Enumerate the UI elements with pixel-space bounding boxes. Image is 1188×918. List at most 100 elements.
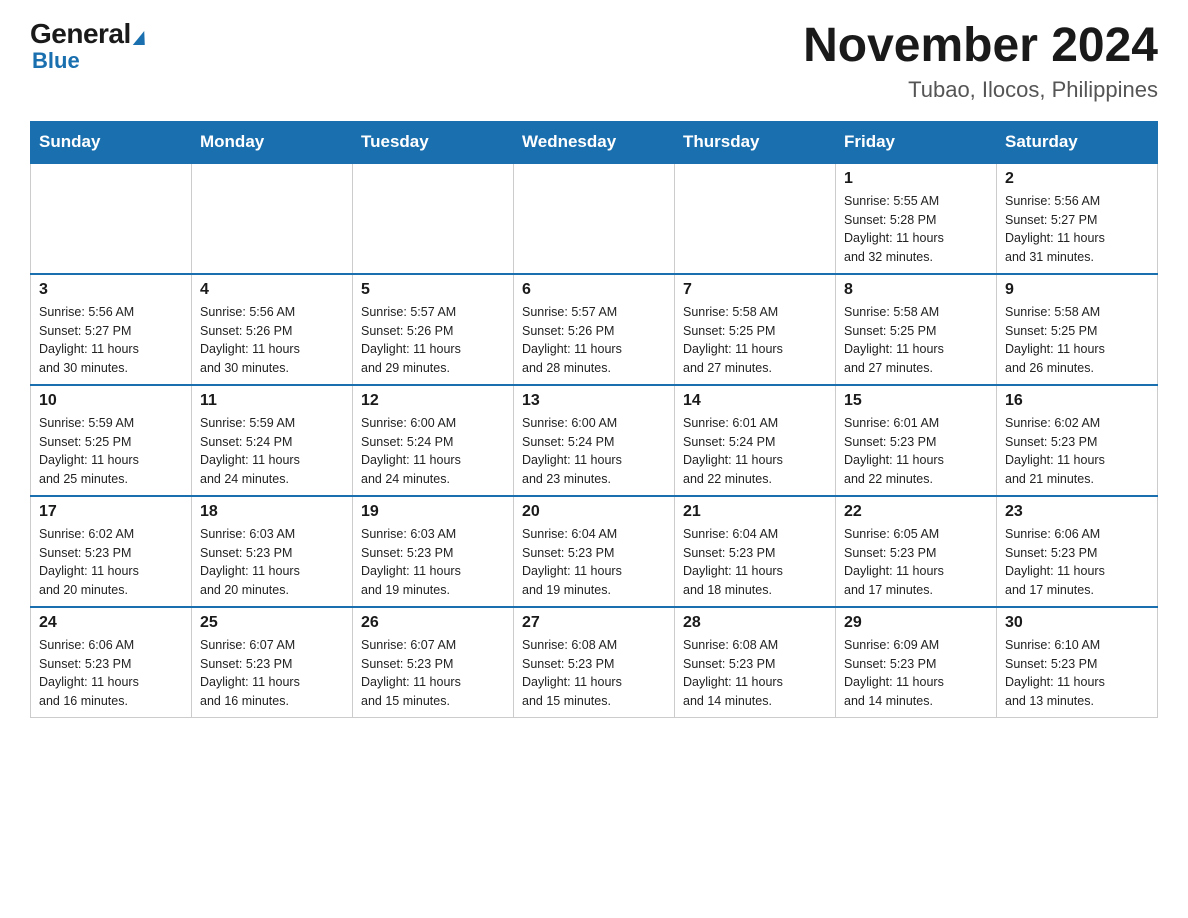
day-info: Sunrise: 6:04 AM Sunset: 5:23 PM Dayligh…	[522, 525, 666, 600]
day-number: 30	[1005, 614, 1149, 632]
day-cell: 18 Sunrise: 6:03 AM Sunset: 5:23 PM Dayli…	[192, 496, 353, 607]
day-info: Sunrise: 5:59 AM Sunset: 5:24 PM Dayligh…	[200, 414, 344, 489]
day-cell: 26 Sunrise: 6:07 AM Sunset: 5:23 PM Dayli…	[353, 607, 514, 718]
day-info: Sunrise: 6:08 AM Sunset: 5:23 PM Dayligh…	[522, 636, 666, 711]
day-info: Sunrise: 6:03 AM Sunset: 5:23 PM Dayligh…	[361, 525, 505, 600]
page-header: General Blue November 2024 Tubao, Ilocos…	[30, 20, 1158, 103]
day-cell: 23 Sunrise: 6:06 AM Sunset: 5:23 PM Dayli…	[997, 496, 1158, 607]
day-info: Sunrise: 5:56 AM Sunset: 5:26 PM Dayligh…	[200, 303, 344, 378]
day-cell: 15 Sunrise: 6:01 AM Sunset: 5:23 PM Dayli…	[836, 385, 997, 496]
day-info: Sunrise: 6:09 AM Sunset: 5:23 PM Dayligh…	[844, 636, 988, 711]
day-number: 28	[683, 614, 827, 632]
col-header-friday: Friday	[836, 121, 997, 163]
day-number: 22	[844, 503, 988, 521]
day-cell: 5Sunrise: 5:57 AM Sunset: 5:26 PM Daylig…	[353, 274, 514, 385]
day-number: 23	[1005, 503, 1149, 521]
day-cell: 7 Sunrise: 5:58 AM Sunset: 5:25 PM Daylig…	[675, 274, 836, 385]
day-info: Sunrise: 6:07 AM Sunset: 5:23 PM Dayligh…	[200, 636, 344, 711]
day-info: Sunrise: 6:07 AM Sunset: 5:23 PM Dayligh…	[361, 636, 505, 711]
day-cell: 13 Sunrise: 6:00 AM Sunset: 5:24 PM Dayli…	[514, 385, 675, 496]
week-row-4: 17 Sunrise: 6:02 AM Sunset: 5:23 PM Dayli…	[31, 496, 1158, 607]
day-number: 16	[1005, 392, 1149, 410]
week-row-1: 1 Sunrise: 5:55 AM Sunset: 5:28 PM Daylig…	[31, 163, 1158, 274]
week-row-5: 24Sunrise: 6:06 AM Sunset: 5:23 PM Dayli…	[31, 607, 1158, 718]
day-info: Sunrise: 6:03 AM Sunset: 5:23 PM Dayligh…	[200, 525, 344, 600]
day-info: Sunrise: 6:05 AM Sunset: 5:23 PM Dayligh…	[844, 525, 988, 600]
day-number: 8	[844, 281, 988, 299]
col-header-tuesday: Tuesday	[353, 121, 514, 163]
day-cell: 11 Sunrise: 5:59 AM Sunset: 5:24 PM Dayli…	[192, 385, 353, 496]
day-cell: 27 Sunrise: 6:08 AM Sunset: 5:23 PM Dayli…	[514, 607, 675, 718]
day-number: 4	[200, 281, 344, 299]
day-info: Sunrise: 6:00 AM Sunset: 5:24 PM Dayligh…	[361, 414, 505, 489]
day-cell: 1 Sunrise: 5:55 AM Sunset: 5:28 PM Daylig…	[836, 163, 997, 274]
day-number: 6	[522, 281, 666, 299]
day-cell: 3Sunrise: 5:56 AM Sunset: 5:27 PM Daylig…	[31, 274, 192, 385]
day-info: Sunrise: 6:08 AM Sunset: 5:23 PM Dayligh…	[683, 636, 827, 711]
week-row-3: 10Sunrise: 5:59 AM Sunset: 5:25 PM Dayli…	[31, 385, 1158, 496]
day-cell: 16 Sunrise: 6:02 AM Sunset: 5:23 PM Dayli…	[997, 385, 1158, 496]
day-number: 19	[361, 503, 505, 521]
day-info: Sunrise: 5:57 AM Sunset: 5:26 PM Dayligh…	[522, 303, 666, 378]
day-cell: 17 Sunrise: 6:02 AM Sunset: 5:23 PM Dayli…	[31, 496, 192, 607]
day-number: 15	[844, 392, 988, 410]
day-number: 3	[39, 281, 183, 299]
day-number: 11	[200, 392, 344, 410]
day-number: 7	[683, 281, 827, 299]
day-info: Sunrise: 6:02 AM Sunset: 5:23 PM Dayligh…	[39, 525, 183, 600]
day-cell	[353, 163, 514, 274]
day-number: 14	[683, 392, 827, 410]
logo-wordmark: General	[30, 20, 146, 48]
day-info: Sunrise: 6:02 AM Sunset: 5:23 PM Dayligh…	[1005, 414, 1149, 489]
day-info: Sunrise: 6:10 AM Sunset: 5:23 PM Dayligh…	[1005, 636, 1149, 711]
day-info: Sunrise: 5:58 AM Sunset: 5:25 PM Dayligh…	[683, 303, 827, 378]
location-subtitle: Tubao, Ilocos, Philippines	[803, 77, 1158, 103]
day-cell: 21 Sunrise: 6:04 AM Sunset: 5:23 PM Dayli…	[675, 496, 836, 607]
day-cell: 24Sunrise: 6:06 AM Sunset: 5:23 PM Dayli…	[31, 607, 192, 718]
day-cell	[675, 163, 836, 274]
day-number: 17	[39, 503, 183, 521]
day-info: Sunrise: 6:01 AM Sunset: 5:24 PM Dayligh…	[683, 414, 827, 489]
title-block: November 2024 Tubao, Ilocos, Philippines	[803, 20, 1158, 103]
day-number: 5	[361, 281, 505, 299]
day-cell: 14 Sunrise: 6:01 AM Sunset: 5:24 PM Dayli…	[675, 385, 836, 496]
logo: General Blue	[30, 20, 146, 74]
week-row-2: 3Sunrise: 5:56 AM Sunset: 5:27 PM Daylig…	[31, 274, 1158, 385]
day-info: Sunrise: 5:58 AM Sunset: 5:25 PM Dayligh…	[844, 303, 988, 378]
day-cell	[514, 163, 675, 274]
day-cell: 19 Sunrise: 6:03 AM Sunset: 5:23 PM Dayli…	[353, 496, 514, 607]
day-cell: 4 Sunrise: 5:56 AM Sunset: 5:26 PM Daylig…	[192, 274, 353, 385]
day-cell: 8 Sunrise: 5:58 AM Sunset: 5:25 PM Daylig…	[836, 274, 997, 385]
day-info: Sunrise: 6:06 AM Sunset: 5:23 PM Dayligh…	[1005, 525, 1149, 600]
day-cell	[192, 163, 353, 274]
day-number: 29	[844, 614, 988, 632]
day-info: Sunrise: 5:55 AM Sunset: 5:28 PM Dayligh…	[844, 192, 988, 267]
day-number: 1	[844, 170, 988, 188]
day-cell: 10Sunrise: 5:59 AM Sunset: 5:25 PM Dayli…	[31, 385, 192, 496]
col-header-wednesday: Wednesday	[514, 121, 675, 163]
day-cell: 20 Sunrise: 6:04 AM Sunset: 5:23 PM Dayli…	[514, 496, 675, 607]
col-header-monday: Monday	[192, 121, 353, 163]
day-info: Sunrise: 6:01 AM Sunset: 5:23 PM Dayligh…	[844, 414, 988, 489]
day-number: 26	[361, 614, 505, 632]
day-number: 2	[1005, 170, 1149, 188]
col-header-sunday: Sunday	[31, 121, 192, 163]
day-number: 20	[522, 503, 666, 521]
day-cell: 22 Sunrise: 6:05 AM Sunset: 5:23 PM Dayli…	[836, 496, 997, 607]
day-number: 21	[683, 503, 827, 521]
day-cell: 30 Sunrise: 6:10 AM Sunset: 5:23 PM Dayli…	[997, 607, 1158, 718]
day-number: 24	[39, 614, 183, 632]
day-number: 12	[361, 392, 505, 410]
col-header-saturday: Saturday	[997, 121, 1158, 163]
day-cell	[31, 163, 192, 274]
day-info: Sunrise: 6:04 AM Sunset: 5:23 PM Dayligh…	[683, 525, 827, 600]
day-number: 27	[522, 614, 666, 632]
calendar-header-row: SundayMondayTuesdayWednesdayThursdayFrid…	[31, 121, 1158, 163]
day-number: 10	[39, 392, 183, 410]
day-info: Sunrise: 6:00 AM Sunset: 5:24 PM Dayligh…	[522, 414, 666, 489]
day-number: 18	[200, 503, 344, 521]
day-cell: 2Sunrise: 5:56 AM Sunset: 5:27 PM Daylig…	[997, 163, 1158, 274]
day-number: 13	[522, 392, 666, 410]
day-number: 9	[1005, 281, 1149, 299]
day-cell: 25Sunrise: 6:07 AM Sunset: 5:23 PM Dayli…	[192, 607, 353, 718]
